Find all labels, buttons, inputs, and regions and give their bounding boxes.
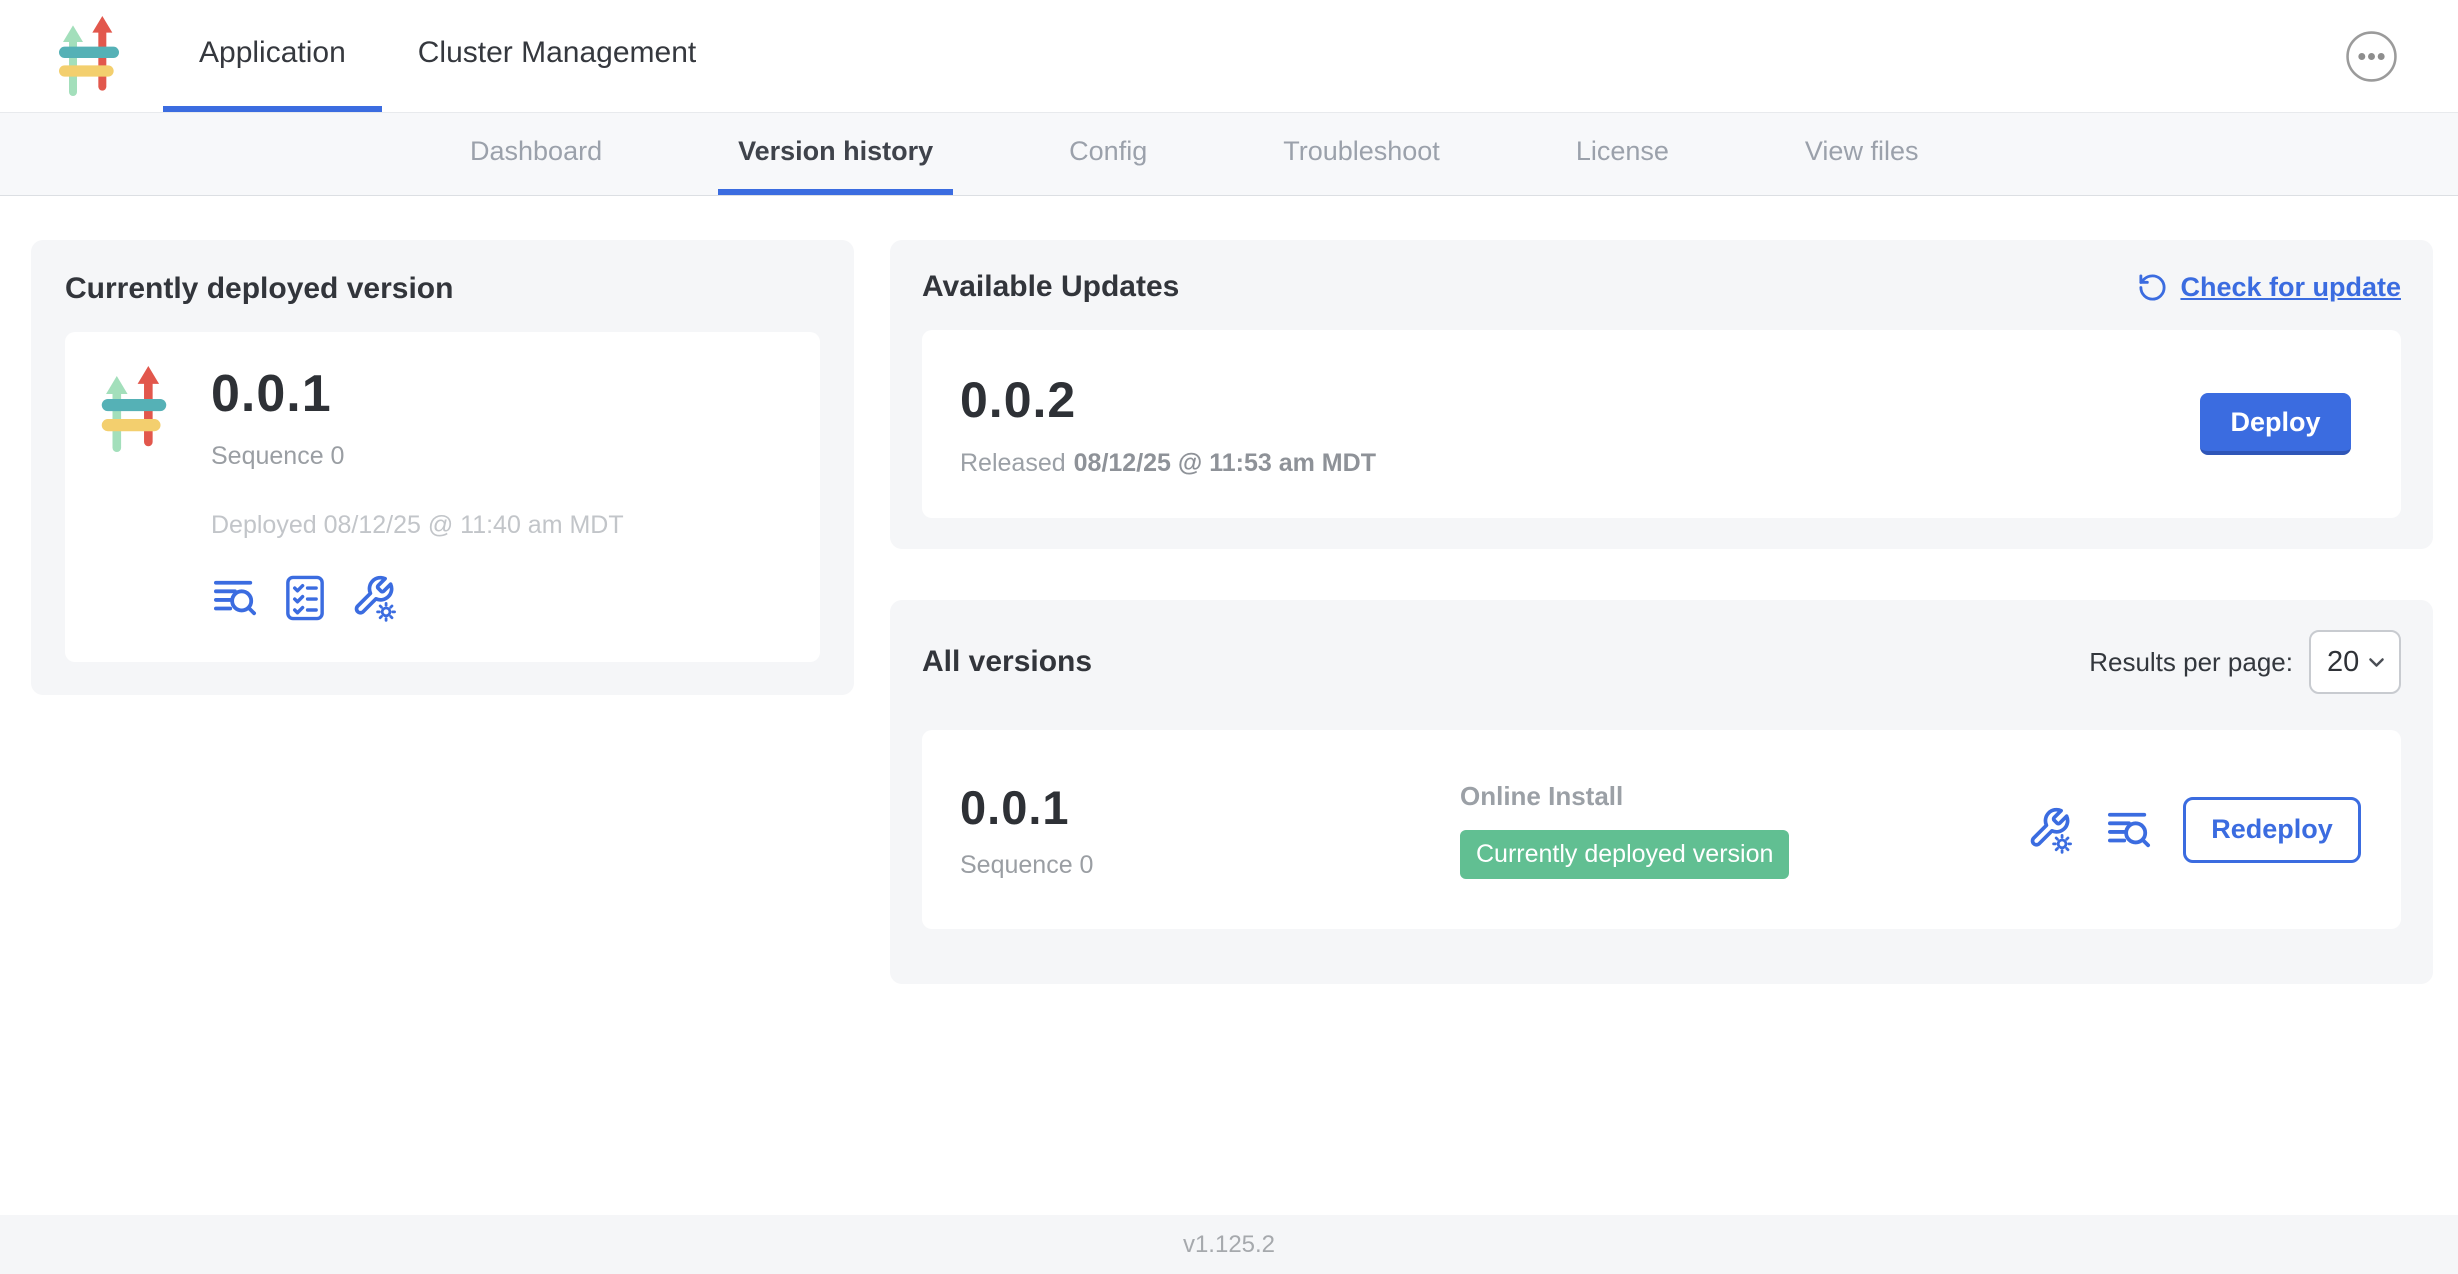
subnav-tab-license-label: License: [1576, 136, 1669, 167]
app-logo-small: [101, 364, 167, 630]
version-row-info: 0.0.1 Sequence 0: [960, 780, 1460, 880]
config-icon: [351, 574, 399, 622]
results-per-page-select[interactable]: 20: [2309, 630, 2401, 694]
check-for-update-label: Check for update: [2180, 272, 2401, 303]
subnav-tab-version-history-label: Version history: [738, 136, 933, 167]
version-row-status: Online Install Currently deployed versio…: [1460, 781, 1789, 879]
all-versions-title: All versions: [922, 645, 1092, 679]
subnav-tab-config[interactable]: Config: [1049, 113, 1167, 195]
results-per-page-value: 20: [2327, 646, 2359, 679]
row-config-button[interactable]: [2027, 806, 2075, 854]
all-versions-header: All versions Results per page: 20: [922, 630, 2401, 694]
results-per-page-label: Results per page:: [2089, 647, 2293, 678]
redeploy-button[interactable]: Redeploy: [2183, 797, 2361, 863]
released-prefix: Released: [960, 449, 1066, 477]
version-row-actions: Redeploy: [2027, 797, 2361, 863]
install-type-label: Online Install: [1460, 781, 1789, 812]
app-logo-icon: [57, 16, 121, 96]
available-update-row: 0.0.2 Released 08/12/25 @ 11:53 am MDT De…: [922, 330, 2401, 518]
check-for-update-link[interactable]: Check for update: [2137, 272, 2401, 303]
deployed-version-info: 0.0.1 Sequence 0 Deployed 08/12/25 @ 11:…: [211, 364, 624, 630]
ellipsis-menu-icon: [2345, 30, 2398, 83]
update-version-number: 0.0.2: [960, 371, 1376, 429]
row-logs-button[interactable]: [2105, 806, 2153, 854]
update-info: 0.0.2 Released 08/12/25 @ 11:53 am MDT: [960, 371, 1376, 478]
header-tabs: Application Cluster Management: [163, 0, 732, 112]
logs-icon: [2106, 809, 2152, 851]
released-date: 08/12/25 @ 11:53 am MDT: [1074, 449, 1376, 477]
refresh-icon: [2137, 272, 2168, 303]
subnav-tab-version-history[interactable]: Version history: [718, 113, 953, 195]
config-button[interactable]: [351, 574, 399, 622]
subnav-tab-license[interactable]: License: [1556, 113, 1689, 195]
app-logo: [57, 0, 121, 112]
currently-deployed-version-panel: 0.0.1 Sequence 0 Deployed 08/12/25 @ 11:…: [65, 332, 820, 662]
tab-application[interactable]: Application: [163, 0, 382, 112]
deployed-version-actions: [211, 574, 624, 622]
subnav-tab-config-label: Config: [1069, 136, 1147, 167]
update-released-line: Released 08/12/25 @ 11:53 am MDT: [960, 449, 1376, 478]
app-subnav: Dashboard Version history Config Trouble…: [0, 113, 2458, 196]
deployed-timestamp: Deployed 08/12/25 @ 11:40 am MDT: [211, 511, 624, 540]
config-icon: [2027, 806, 2075, 854]
subnav-tab-dashboard-label: Dashboard: [470, 136, 602, 167]
row-sequence: Sequence 0: [960, 851, 1460, 880]
subnav-tab-view-files-label: View files: [1805, 136, 1919, 167]
tab-application-label: Application: [199, 36, 346, 70]
available-updates-title: Available Updates: [922, 270, 1179, 304]
version-row: 0.0.1 Sequence 0 Online Install Currentl…: [922, 730, 2401, 929]
logs-icon: [212, 577, 258, 619]
app-footer: v1.125.2: [0, 1215, 2458, 1274]
tab-cluster-management[interactable]: Cluster Management: [382, 0, 732, 112]
currently-deployed-badge: Currently deployed version: [1460, 830, 1789, 879]
preflight-checks-icon: [284, 574, 326, 622]
subnav-tab-view-files[interactable]: View files: [1785, 113, 1939, 195]
preflight-checks-button[interactable]: [281, 574, 329, 622]
row-version-number: 0.0.1: [960, 780, 1460, 835]
console-version-label: v1.125.2: [1183, 1231, 1275, 1259]
tab-cluster-management-label: Cluster Management: [418, 36, 696, 70]
currently-deployed-card: Currently deployed version 0.0.1 Sequenc…: [31, 240, 854, 695]
subnav-tab-troubleshoot[interactable]: Troubleshoot: [1263, 113, 1460, 195]
chevron-down-icon: [2368, 657, 2385, 668]
deployed-version-number: 0.0.1: [211, 364, 624, 424]
subnav-tab-troubleshoot-label: Troubleshoot: [1283, 136, 1440, 167]
results-per-page: Results per page: 20: [2089, 630, 2401, 694]
available-updates-header: Available Updates Check for update: [922, 270, 2401, 304]
ellipsis-menu-button[interactable]: [2345, 30, 2398, 83]
deployed-sequence: Sequence 0: [211, 442, 624, 471]
app-logo-icon: [101, 366, 167, 452]
subnav-tab-dashboard[interactable]: Dashboard: [450, 113, 622, 195]
currently-deployed-title: Currently deployed version: [65, 272, 820, 306]
main-content: Currently deployed version 0.0.1 Sequenc…: [0, 196, 2458, 1215]
logs-button[interactable]: [211, 574, 259, 622]
deploy-button[interactable]: Deploy: [2200, 393, 2351, 455]
available-updates-card: Available Updates Check for update 0.0.2…: [890, 240, 2433, 549]
all-versions-card: All versions Results per page: 20 0.0.1 …: [890, 600, 2433, 984]
app-header: Application Cluster Management: [0, 0, 2458, 113]
